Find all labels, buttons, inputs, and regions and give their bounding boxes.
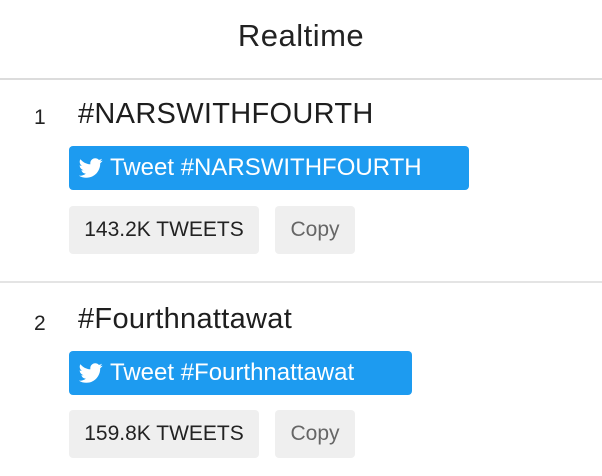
tweet-button-label: Tweet #Fourthnattawat	[110, 359, 355, 386]
trend-rank: 1	[34, 106, 46, 129]
tweet-hashtag-button[interactable]: Tweet #NARSWITHFOURTH	[69, 146, 469, 190]
tweet-count-badge: 159.8K TWEETS	[69, 410, 259, 458]
tweet-hashtag-button[interactable]: Tweet #Fourthnattawat	[69, 351, 412, 395]
trend-item: 2 #Fourthnattawat Tweet #Fourthnattawat …	[0, 285, 602, 476]
page-title: Realtime	[237, 18, 365, 53]
header: Realtime	[0, 0, 602, 80]
trend-hashtag[interactable]: #Fourthnattawat	[78, 303, 292, 336]
tweet-count-badge: 143.2K TWEETS	[69, 206, 259, 254]
trend-hashtag[interactable]: #NARSWITHFOURTH	[78, 98, 374, 131]
copy-button[interactable]: Copy	[275, 206, 355, 254]
trend-rank: 2	[34, 312, 46, 335]
twitter-bird-icon	[79, 158, 103, 178]
trend-item: 1 #NARSWITHFOURTH Tweet #NARSWITHFOURTH …	[0, 82, 602, 283]
twitter-bird-icon	[79, 363, 103, 383]
copy-button[interactable]: Copy	[275, 410, 355, 458]
tweet-button-label: Tweet #NARSWITHFOURTH	[110, 154, 422, 181]
